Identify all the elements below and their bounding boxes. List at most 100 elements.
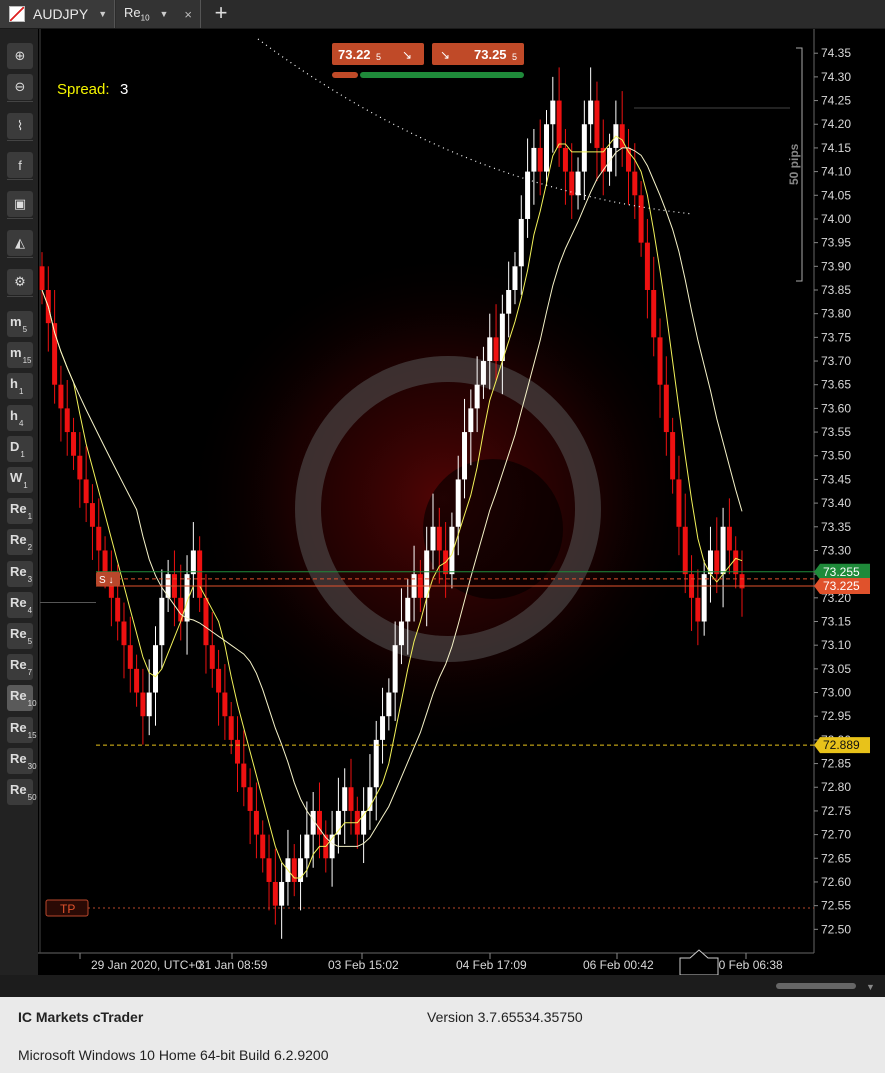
candle-body[interactable]	[89, 503, 95, 527]
candlestick-chart[interactable]: 74.35 74.30 74.25 74.20 74.15 74.10 74.05 74.00…	[38, 29, 885, 975]
zoom-in-button[interactable]: ⊕	[7, 43, 33, 69]
candle-body[interactable]	[657, 337, 663, 385]
candle-body[interactable]	[670, 432, 676, 480]
candle-body[interactable]	[77, 455, 83, 480]
timeframe-button-re30[interactable]: Re 30	[7, 747, 37, 774]
candle-body[interactable]	[83, 479, 89, 504]
candle-body[interactable]	[279, 881, 285, 906]
candle-body[interactable]	[115, 597, 121, 622]
candle-body[interactable]	[644, 242, 650, 290]
timeframe-button-d1[interactable]: D1	[7, 435, 33, 462]
candle-body[interactable]	[392, 645, 398, 693]
candle-body[interactable]	[190, 550, 196, 575]
candle-body[interactable]	[380, 716, 386, 740]
candle-body[interactable]	[695, 597, 701, 622]
candle-body[interactable]	[733, 550, 739, 575]
candle-body[interactable]	[209, 645, 215, 669]
candle-body[interactable]	[253, 810, 259, 835]
candle-body[interactable]	[512, 266, 518, 290]
candle-body[interactable]	[424, 550, 430, 598]
candle-body[interactable]	[127, 645, 133, 669]
candle-body[interactable]	[216, 668, 222, 693]
candle-body[interactable]	[525, 171, 531, 219]
candle-body[interactable]	[701, 574, 707, 622]
timeframe-button-re7[interactable]: Re 7	[7, 654, 33, 681]
candle-body[interactable]	[153, 645, 159, 693]
facebook-button[interactable]: f	[7, 152, 33, 178]
candle-body[interactable]	[544, 124, 550, 172]
timeframe-button-re10[interactable]: Re 10	[7, 685, 37, 712]
candle-body[interactable]	[102, 550, 108, 575]
objects-button[interactable]: ◭	[7, 230, 33, 256]
cbot-button[interactable]: ▣	[7, 191, 33, 217]
candle-body[interactable]	[550, 100, 556, 125]
candle-body[interactable]	[651, 289, 657, 338]
tab-audjpy[interactable]: AUDJPY ▼	[0, 0, 115, 28]
tab-dropdown-icon[interactable]: ▼	[98, 9, 107, 19]
chart-area[interactable]: 74.35 74.30 74.25 74.20 74.15 74.10 74.05 74.00…	[38, 29, 885, 975]
candle-body[interactable]	[562, 147, 568, 172]
candle-body[interactable]	[575, 171, 581, 196]
candle-body[interactable]	[304, 834, 310, 859]
timeframe-button-m5[interactable]: m5	[7, 311, 33, 337]
candle-body[interactable]	[96, 526, 102, 551]
candle-body[interactable]	[638, 195, 644, 243]
candle-body[interactable]	[203, 597, 209, 646]
candle-body[interactable]	[260, 834, 266, 859]
close-tab-icon[interactable]: ×	[184, 7, 192, 22]
candle-body[interactable]	[398, 621, 404, 646]
chart-settings-button[interactable]: ⚙	[7, 269, 33, 295]
timeframe-button-re50[interactable]: Re 50	[7, 779, 37, 805]
candle-body[interactable]	[594, 100, 600, 148]
candle-body[interactable]	[619, 124, 625, 148]
candle-body[interactable]	[468, 408, 474, 433]
timeframe-button-re2[interactable]: Re 2	[7, 529, 33, 556]
candle-body[interactable]	[159, 597, 165, 646]
candle-body[interactable]	[140, 692, 146, 717]
candle-body[interactable]	[493, 337, 499, 362]
time-pointer-icon[interactable]	[679, 949, 719, 975]
timeframe-button-re5[interactable]: Re 5	[7, 623, 33, 649]
candle-body[interactable]	[430, 526, 436, 551]
candle-body[interactable]	[342, 787, 348, 811]
candle-body[interactable]	[714, 550, 720, 575]
candle-body[interactable]	[64, 408, 70, 433]
candle-body[interactable]	[455, 479, 461, 527]
add-tab-icon[interactable]: +	[208, 0, 234, 28]
timeframe-button-re15[interactable]: Re 15	[7, 716, 37, 743]
candle-body[interactable]	[588, 100, 594, 125]
candle-body[interactable]	[569, 171, 575, 196]
candle-body[interactable]	[537, 147, 543, 172]
candle-body[interactable]	[720, 526, 726, 575]
candle-body[interactable]	[682, 526, 688, 575]
candle-body[interactable]	[348, 787, 354, 811]
timeframe-button-re4[interactable]: Re 4	[7, 591, 33, 618]
timeframe-button-h4[interactable]: h4	[7, 404, 33, 431]
candle-body[interactable]	[487, 337, 493, 362]
scrollbar-thumb[interactable]	[776, 983, 856, 989]
tab-timeframe[interactable]: Re10 ▼ ×	[116, 0, 201, 28]
candle-body[interactable]	[726, 526, 732, 551]
candle-body[interactable]	[531, 147, 537, 172]
candle-body[interactable]	[146, 692, 152, 717]
scroll-right-icon[interactable]: ▼	[866, 982, 875, 992]
candle-body[interactable]	[234, 739, 240, 764]
candle-body[interactable]	[266, 858, 272, 882]
candle-body[interactable]	[386, 692, 392, 717]
candle-body[interactable]	[499, 313, 505, 362]
timeframe-button-re1[interactable]: Re 1	[7, 498, 33, 525]
candle-body[interactable]	[632, 171, 638, 196]
candle-body[interactable]	[581, 124, 587, 172]
candle-body[interactable]	[436, 526, 442, 551]
candle-body[interactable]	[247, 787, 253, 811]
candle-body[interactable]	[134, 668, 140, 693]
candle-body[interactable]	[373, 739, 379, 788]
candle-body[interactable]	[222, 692, 228, 717]
zoom-out-button[interactable]: ⊖	[7, 74, 33, 100]
candle-body[interactable]	[272, 881, 278, 906]
candle-body[interactable]	[228, 716, 234, 740]
horizontal-scrollbar[interactable]: ▼	[0, 975, 885, 997]
candle-body[interactable]	[58, 384, 64, 409]
candle-body[interactable]	[518, 218, 524, 267]
candle-body[interactable]	[39, 266, 45, 290]
